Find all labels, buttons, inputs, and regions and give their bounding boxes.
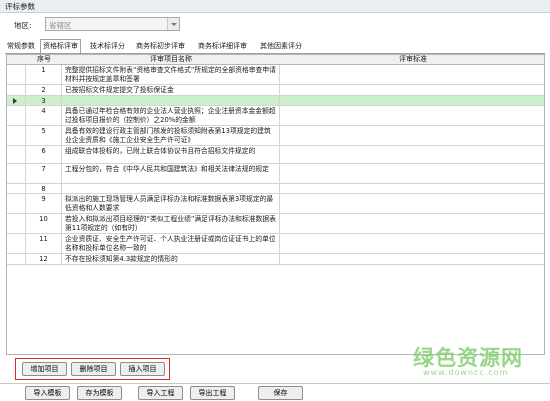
footer-divider [0,383,550,384]
row-item-name[interactable]: 企业资质证、安全生产许可证、个人执业注册证或岗位证证书上的单位名称和投标单位名称… [62,234,280,253]
row-standard[interactable] [280,254,544,264]
tab-business-detailed-review[interactable]: 商务标详细评审 [196,40,249,53]
table-row[interactable]: 7 工程分包的，符合《中华人民共和国建筑法》和相关法律法规的规定 [7,164,544,184]
table-row[interactable]: 12 不存在投标须知第4.3款规定的情形的 [7,254,544,265]
row-number: 2 [26,85,62,95]
watermark-url: www.downcc.com [423,368,509,377]
row-indicator [7,106,26,125]
region-select[interactable]: 省辖区 [45,17,180,31]
row-item-name[interactable]: 不存在投标须知第4.3款规定的情形的 [62,254,280,264]
row-item-name[interactable]: 工程分包的，符合《中华人民共和国建筑法》和相关法律法规的规定 [62,164,280,183]
table-header: 序号 评审项目名称 评审标准 [7,55,544,65]
import-project-button[interactable]: 导入工程 [138,386,183,400]
row-indicator [7,194,26,213]
insert-item-button[interactable]: 插入项目 [120,362,165,376]
table-row[interactable]: 2 已按招标文件规定提交了投标保证金 [7,85,544,96]
row-standard[interactable] [280,85,544,95]
table-row[interactable]: 11 企业资质证、安全生产许可证、个人执业注册证或岗位证证书上的单位名称和投标单… [7,234,544,254]
tab-technical-scoring[interactable]: 技术标评分 [88,40,127,53]
row-standard[interactable] [280,234,544,253]
row-item-name[interactable]: 具备已通过年检合格有效的企业法人营业执照；企业注册资本金金额超过投标项目报价的（… [62,106,280,125]
row-number: 3 [26,96,62,105]
row-number: 5 [26,126,62,145]
row-number: 12 [26,254,62,264]
row-item-name[interactable]: 具备有效的建设行政主管部门核发的投标须知附表第13项规定的建筑业企业资质和《施工… [62,126,280,145]
row-indicator [7,65,26,84]
row-number: 8 [26,184,62,193]
delete-item-button[interactable]: 删除项目 [71,362,116,376]
row-item-name[interactable]: 组成联合体投标的，已附上联合体协议书且符合招标文件规定的 [62,146,280,163]
title-bar: 评标参数 [0,0,550,13]
column-header-standard[interactable]: 评审标准 [280,55,544,65]
row-item-name[interactable]: 已按招标文件规定提交了投标保证金 [62,85,280,95]
table-row[interactable]: 10 若投入和拟派出项目经理的“类似工程业绩”满足评标办法和标准数据表第11项规… [7,214,544,234]
row-indicator [7,214,26,233]
window-title: 评标参数 [5,2,35,11]
tab-qualification-review[interactable]: 资格标评审 [40,39,81,53]
export-project-button[interactable]: 导出工程 [190,386,235,400]
row-number: 7 [26,164,62,183]
current-row-arrow-icon [13,98,17,104]
row-number: 6 [26,146,62,163]
tab-general-params[interactable]: 常规参数 [5,40,37,53]
row-indicator [7,146,26,163]
tab-business-preliminary-review[interactable]: 商务标初步评审 [134,40,187,53]
row-number: 11 [26,234,62,253]
table-row[interactable]: 4 具备已通过年检合格有效的企业法人营业执照；企业注册资本金金额超过投标项目报价… [7,106,544,126]
row-item-name[interactable]: 完整提供招标文件附表“资格审查文件格式”所规定的全部资格审查申请材料并按规定盖章… [62,65,280,84]
region-select-value: 省辖区 [49,21,72,30]
table-row[interactable]: 5 具备有效的建设行政主管部门核发的投标须知附表第13项规定的建筑业企业资质和《… [7,126,544,146]
region-label: 地区: [14,21,32,30]
save-button[interactable]: 保存 [258,386,303,400]
row-standard[interactable] [280,96,544,105]
table-row[interactable]: 6 组成联合体投标的，已附上联合体协议书且符合招标文件规定的 [7,146,544,164]
column-header-name[interactable]: 评审项目名称 [62,55,280,65]
row-item-name[interactable]: 若投入和拟派出项目经理的“类似工程业绩”满足评标办法和标准数据表第11项规定的（… [62,214,280,233]
review-items-table: 序号 评审项目名称 评审标准 1 完整提供招标文件附表“资格审查文件格式”所规定… [6,54,545,355]
row-standard[interactable] [280,194,544,213]
row-indicator [7,85,26,95]
row-indicator [7,184,26,193]
row-number: 10 [26,214,62,233]
add-item-button[interactable]: 增加项目 [22,362,67,376]
row-number: 1 [26,65,62,84]
row-indicator [7,254,26,264]
row-number: 4 [26,106,62,125]
chevron-down-icon[interactable] [167,18,179,30]
table-row[interactable]: 8 [7,184,544,194]
row-item-name[interactable] [62,96,280,105]
row-standard[interactable] [280,106,544,125]
save-template-button[interactable]: 存为模板 [77,386,122,400]
row-indicator [7,96,26,105]
row-standard[interactable] [280,184,544,193]
row-indicator [7,164,26,183]
table-row-selected[interactable]: 3 [7,96,544,106]
row-number: 9 [26,194,62,213]
tab-other-factors-scoring[interactable]: 其他因素评分 [258,40,304,53]
column-header-no[interactable]: 序号 [26,55,62,65]
row-indicator [7,234,26,253]
row-standard[interactable] [280,214,544,233]
row-standard[interactable] [280,126,544,145]
table-row[interactable]: 1 完整提供招标文件附表“资格审查文件格式”所规定的全部资格审查申请材料并按规定… [7,65,544,85]
import-template-button[interactable]: 导入模板 [25,386,70,400]
table-row[interactable]: 9 拟派出的施工现场管理人员满足评标办法和标准数据表第3项规定的最低资格和人数要… [7,194,544,214]
row-standard[interactable] [280,164,544,183]
row-standard[interactable] [280,65,544,84]
row-item-name[interactable]: 拟派出的施工现场管理人员满足评标办法和标准数据表第3项规定的最低资格和人数要求 [62,194,280,213]
row-standard[interactable] [280,146,544,163]
row-item-name[interactable] [62,184,280,193]
row-indicator [7,126,26,145]
